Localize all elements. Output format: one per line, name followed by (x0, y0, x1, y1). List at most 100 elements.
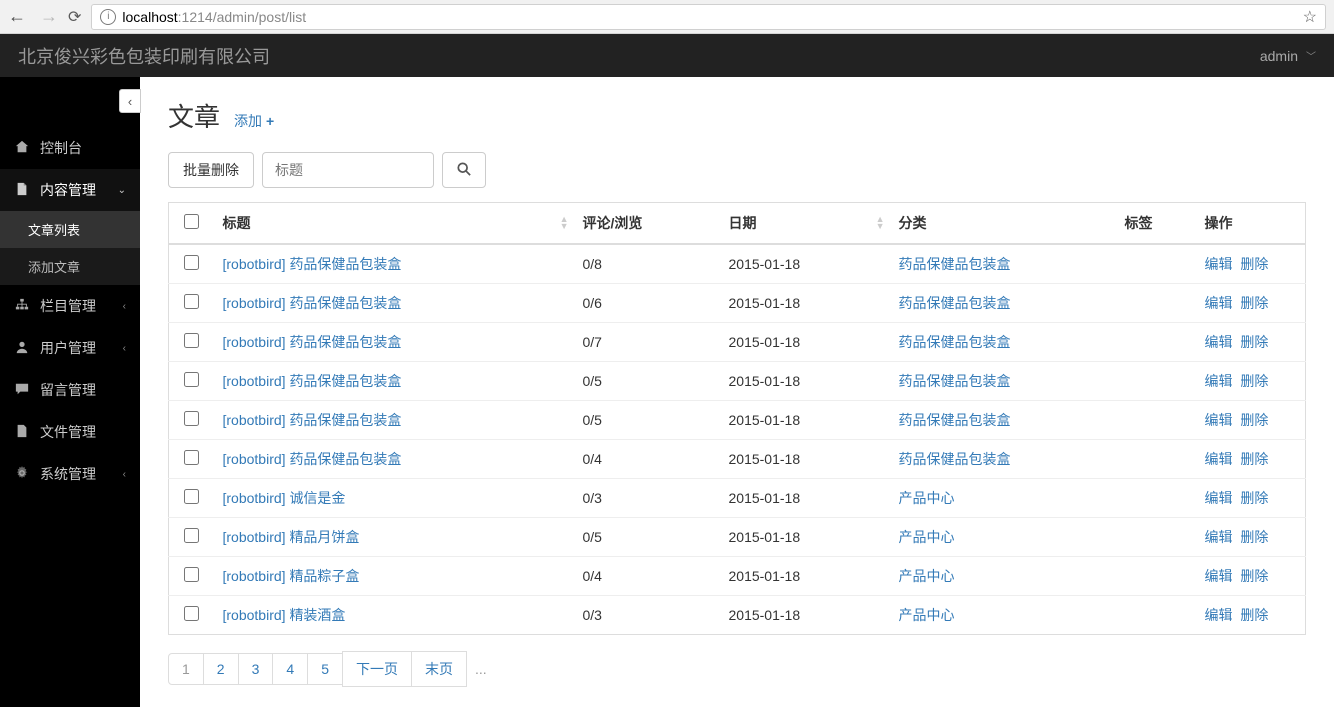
row-author[interactable]: [robotbird] (223, 529, 286, 545)
main-content: 文章 添加 + 批量删除 标题▲▼ 评论/浏览 日期▲▼ 分类 标签 (140, 77, 1334, 707)
forward-button[interactable]: → (40, 6, 58, 27)
row-category-link[interactable]: 药品保健品包装盒 (899, 412, 1011, 428)
sidebar-item-3[interactable]: 用户管理‹ (0, 327, 140, 369)
edit-link[interactable]: 编辑 (1205, 451, 1233, 467)
row-title-link[interactable]: 药品保健品包装盒 (289, 256, 401, 272)
page-5[interactable]: 5 (307, 653, 343, 685)
search-input[interactable] (262, 152, 434, 188)
row-title-link[interactable]: 药品保健品包装盒 (289, 373, 401, 389)
delete-link[interactable]: 删除 (1240, 607, 1268, 623)
edit-link[interactable]: 编辑 (1205, 256, 1233, 272)
page-3[interactable]: 3 (238, 653, 274, 685)
reload-button[interactable]: ⟳ (68, 7, 81, 27)
row-title-link[interactable]: 精品月饼盒 (289, 529, 359, 545)
row-title-link[interactable]: 药品保健品包装盒 (289, 295, 401, 311)
edit-link[interactable]: 编辑 (1205, 334, 1233, 350)
row-author[interactable]: [robotbird] (223, 256, 286, 272)
bookmark-icon[interactable]: ☆ (1303, 7, 1317, 27)
row-title-link[interactable]: 药品保健品包装盒 (289, 334, 401, 350)
sidebar-item-5[interactable]: 文件管理 (0, 411, 140, 453)
row-author[interactable]: [robotbird] (223, 451, 286, 467)
address-bar[interactable]: i localhost:1214/admin/post/list ☆ (91, 4, 1326, 30)
sidebar-item-6[interactable]: 系统管理‹ (0, 453, 140, 495)
row-title-link[interactable]: 精装酒盒 (289, 607, 345, 623)
sidebar: ‹ 控制台内容管理⌄文章列表添加文章栏目管理‹用户管理‹留言管理文件管理系统管理… (0, 77, 140, 707)
page-next[interactable]: 下一页 (342, 651, 412, 687)
page-last[interactable]: 末页 (411, 651, 467, 687)
row-title-link[interactable]: 药品保健品包装盒 (289, 412, 401, 428)
edit-link[interactable]: 编辑 (1205, 529, 1233, 545)
row-category-link[interactable]: 药品保健品包装盒 (899, 256, 1011, 272)
row-category-link[interactable]: 药品保健品包装盒 (899, 451, 1011, 467)
row-checkbox[interactable] (184, 528, 199, 543)
delete-link[interactable]: 删除 (1240, 451, 1268, 467)
delete-link[interactable]: 删除 (1240, 490, 1268, 506)
add-link[interactable]: 添加 + (234, 111, 274, 131)
select-all-checkbox[interactable] (184, 214, 199, 229)
row-stats: 0/3 (575, 596, 721, 635)
row-checkbox[interactable] (184, 372, 199, 387)
sidebar-item-2[interactable]: 栏目管理‹ (0, 285, 140, 327)
row-date: 2015-01-18 (721, 323, 891, 362)
back-button[interactable]: ← (8, 6, 26, 27)
row-checkbox[interactable] (184, 294, 199, 309)
col-title[interactable]: 标题▲▼ (215, 203, 575, 245)
chevron-down-icon: ﹀ (1306, 48, 1316, 63)
sidebar-subitem-1-0[interactable]: 文章列表 (0, 211, 140, 248)
page-4[interactable]: 4 (272, 653, 308, 685)
info-icon[interactable]: i (100, 9, 116, 25)
row-author[interactable]: [robotbird] (223, 490, 286, 506)
row-checkbox[interactable] (184, 450, 199, 465)
bulk-delete-button[interactable]: 批量删除 (168, 152, 254, 188)
row-category-link[interactable]: 产品中心 (899, 607, 955, 623)
delete-link[interactable]: 删除 (1240, 568, 1268, 584)
edit-link[interactable]: 编辑 (1205, 490, 1233, 506)
edit-link[interactable]: 编辑 (1205, 607, 1233, 623)
row-title-link[interactable]: 精品粽子盒 (289, 568, 359, 584)
row-author[interactable]: [robotbird] (223, 295, 286, 311)
row-category-link[interactable]: 产品中心 (899, 529, 955, 545)
col-date[interactable]: 日期▲▼ (721, 203, 891, 245)
row-stats: 0/7 (575, 323, 721, 362)
row-author[interactable]: [robotbird] (223, 412, 286, 428)
delete-link[interactable]: 删除 (1240, 295, 1268, 311)
row-author[interactable]: [robotbird] (223, 607, 286, 623)
row-category-link[interactable]: 药品保健品包装盒 (899, 334, 1011, 350)
edit-link[interactable]: 编辑 (1205, 412, 1233, 428)
row-title-link[interactable]: 药品保健品包装盒 (289, 451, 401, 467)
row-checkbox[interactable] (184, 411, 199, 426)
row-author[interactable]: [robotbird] (223, 373, 286, 389)
edit-link[interactable]: 编辑 (1205, 568, 1233, 584)
delete-link[interactable]: 删除 (1240, 256, 1268, 272)
row-date: 2015-01-18 (721, 479, 891, 518)
col-checkbox (169, 203, 215, 245)
user-menu[interactable]: admin ﹀ (1260, 48, 1316, 64)
row-title-link[interactable]: 诚信是金 (289, 490, 345, 506)
row-category-link[interactable]: 产品中心 (899, 490, 955, 506)
sidebar-item-0[interactable]: 控制台 (0, 127, 140, 169)
row-checkbox[interactable] (184, 255, 199, 270)
search-button[interactable] (442, 152, 486, 188)
row-checkbox[interactable] (184, 333, 199, 348)
page-2[interactable]: 2 (203, 653, 239, 685)
delete-link[interactable]: 删除 (1240, 529, 1268, 545)
sidebar-item-1[interactable]: 内容管理⌄ (0, 169, 140, 211)
row-checkbox[interactable] (184, 606, 199, 621)
page-1[interactable]: 1 (168, 653, 204, 685)
sidebar-collapse-button[interactable]: ‹ (119, 89, 141, 113)
sidebar-subitem-1-1[interactable]: 添加文章 (0, 248, 140, 285)
delete-link[interactable]: 删除 (1240, 334, 1268, 350)
row-category-link[interactable]: 药品保健品包装盒 (899, 373, 1011, 389)
edit-link[interactable]: 编辑 (1205, 373, 1233, 389)
row-category-link[interactable]: 药品保健品包装盒 (899, 295, 1011, 311)
row-author[interactable]: [robotbird] (223, 568, 286, 584)
row-category-link[interactable]: 产品中心 (899, 568, 955, 584)
file2-icon (14, 424, 30, 441)
row-checkbox[interactable] (184, 489, 199, 504)
row-checkbox[interactable] (184, 567, 199, 582)
sidebar-item-4[interactable]: 留言管理 (0, 369, 140, 411)
edit-link[interactable]: 编辑 (1205, 295, 1233, 311)
delete-link[interactable]: 删除 (1240, 412, 1268, 428)
row-author[interactable]: [robotbird] (223, 334, 286, 350)
delete-link[interactable]: 删除 (1240, 373, 1268, 389)
